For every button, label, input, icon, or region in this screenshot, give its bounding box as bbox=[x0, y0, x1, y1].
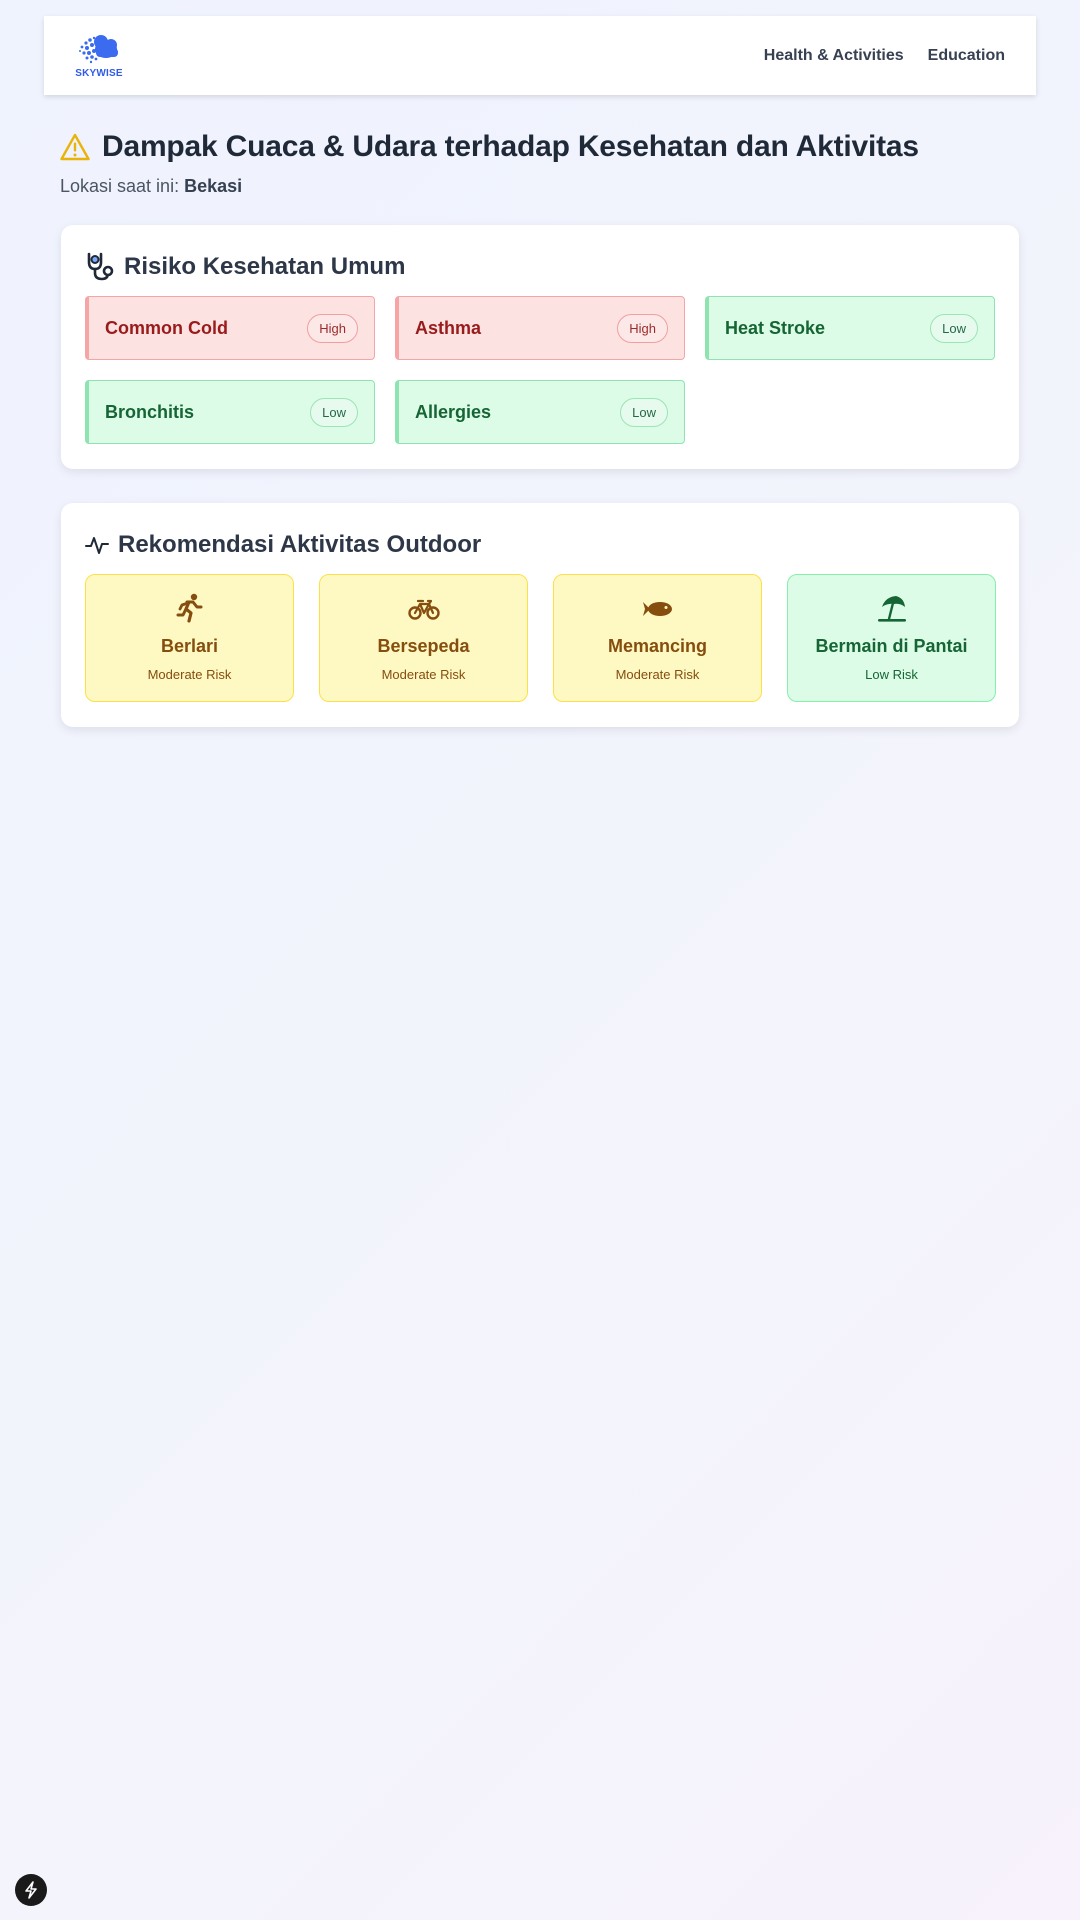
risk-name: Bronchitis bbox=[105, 401, 195, 422]
location-label: Lokasi saat ini: bbox=[60, 176, 180, 196]
activity-risk: Low Risk bbox=[865, 667, 918, 682]
health-risk-header: Risiko Kesehatan Umum bbox=[85, 251, 405, 283]
risk-item-allergies: Allergies Low bbox=[395, 380, 685, 444]
risk-item-bronchitis: Bronchitis Low bbox=[85, 380, 375, 444]
activity-risk: Moderate Risk bbox=[147, 667, 232, 682]
activity-item-bermain-di-pantai[interactable]: Bermain di Pantai Low Risk bbox=[787, 574, 996, 702]
activity-name: Memancing bbox=[607, 636, 708, 656]
risk-level-badge: Low bbox=[310, 397, 358, 427]
activity-item-memancing[interactable]: Memancing Moderate Risk bbox=[553, 574, 762, 702]
activity-name: Berlari bbox=[160, 636, 219, 656]
activity-risk: Moderate Risk bbox=[615, 667, 700, 682]
activity-name: Bermain di Pantai bbox=[815, 636, 968, 656]
risk-level-badge: High bbox=[307, 313, 358, 343]
location-value: Bekasi bbox=[184, 176, 243, 196]
activity-risk: Moderate Risk bbox=[381, 667, 466, 682]
risk-level-badge: High bbox=[617, 313, 668, 343]
page-title: Dampak Cuaca & Udara terhadap Kesehatan … bbox=[102, 130, 919, 163]
risk-level-badge: Low bbox=[620, 397, 668, 427]
activity-pulse-icon bbox=[85, 537, 109, 554]
umbrella-beach-icon bbox=[876, 593, 908, 625]
cloud-logo-icon bbox=[79, 34, 118, 63]
risk-level-badge: Low bbox=[930, 313, 978, 343]
risk-item-common-cold: Common Cold High bbox=[85, 296, 375, 360]
risk-name: Heat Stroke bbox=[725, 317, 826, 338]
current-location: Lokasi saat ini: Bekasi bbox=[60, 176, 242, 197]
skywise-logo[interactable]: SKYWISE bbox=[74, 33, 124, 79]
dev-tools-button[interactable] bbox=[15, 1874, 47, 1906]
stethoscope-icon bbox=[87, 252, 114, 281]
bicycle-icon bbox=[407, 593, 440, 625]
activity-item-bersepeda[interactable]: Bersepeda Moderate Risk bbox=[319, 574, 528, 702]
page-title-row: Dampak Cuaca & Udara terhadap Kesehatan … bbox=[60, 130, 919, 164]
activity-grid: Berlari Moderate Risk Bersepeda Moderate… bbox=[85, 574, 996, 702]
risk-name: Allergies bbox=[415, 401, 492, 422]
fish-icon bbox=[642, 593, 674, 625]
warning-icon bbox=[60, 133, 90, 161]
risk-item-heat-stroke: Heat Stroke Low bbox=[705, 296, 995, 360]
activity-header: Rekomendasi Aktivitas Outdoor bbox=[85, 531, 481, 559]
running-icon bbox=[176, 593, 204, 625]
nav-link-education[interactable]: Education bbox=[928, 47, 1005, 65]
risk-name: Common Cold bbox=[105, 317, 228, 338]
activity-item-berlari[interactable]: Berlari Moderate Risk bbox=[85, 574, 294, 702]
health-risk-grid: Common Cold High Asthma High Heat Stroke… bbox=[85, 296, 996, 444]
activity-title: Rekomendasi Aktivitas Outdoor bbox=[118, 531, 482, 558]
nav-links: Health & Activities Education bbox=[764, 47, 1005, 65]
risk-name: Asthma bbox=[415, 317, 482, 338]
outdoor-activity-card: Rekomendasi Aktivitas Outdoor Berlari Mo… bbox=[61, 503, 1019, 727]
health-risk-card: Risiko Kesehatan Umum Common Cold High A… bbox=[61, 225, 1019, 469]
nav-link-health-activities[interactable]: Health & Activities bbox=[764, 47, 904, 65]
activity-name: Bersepeda bbox=[377, 636, 470, 656]
risk-item-asthma: Asthma High bbox=[395, 296, 685, 360]
health-risk-title: Risiko Kesehatan Umum bbox=[124, 253, 406, 280]
top-navbar: SKYWISE Health & Activities Education bbox=[44, 16, 1036, 95]
logo-text: SKYWISE bbox=[75, 67, 123, 79]
lightning-icon bbox=[25, 1881, 37, 1899]
